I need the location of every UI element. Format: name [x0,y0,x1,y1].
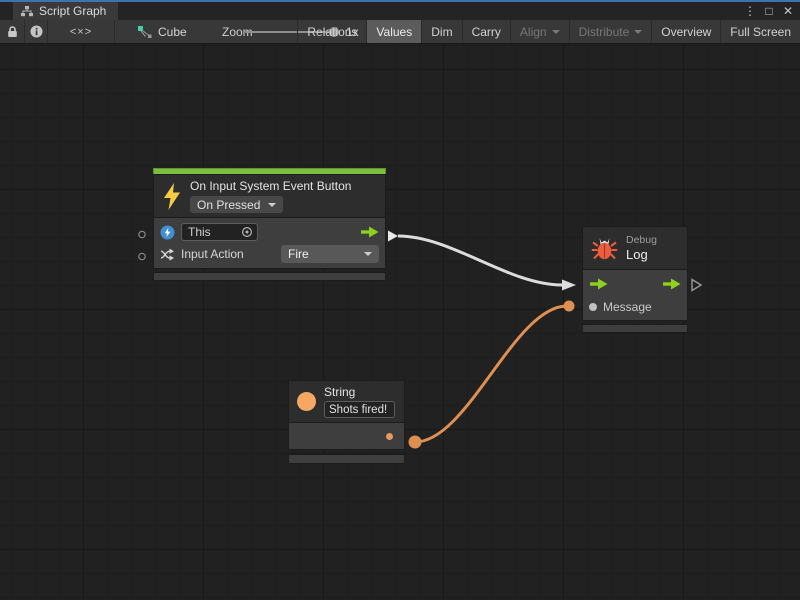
node-category: Debug [626,234,657,246]
node-title: String [324,385,395,399]
dropdown-caret-icon [268,203,276,211]
flow-output-arrow-icon[interactable] [662,278,681,290]
input-action-port[interactable] [139,253,145,259]
info-button[interactable] [25,20,48,43]
string-value-field[interactable]: Shots fired! [324,401,395,418]
overview-button[interactable]: Overview [651,20,720,43]
input-action-icon [160,247,175,262]
lock-button[interactable] [0,20,25,43]
debug-node-footer [582,324,688,333]
tab-title: Script Graph [39,4,106,18]
values-button[interactable]: Values [366,20,421,43]
dropdown-caret-icon [364,252,372,260]
event-node-header[interactable]: On Input System Event Button On Pressed [153,174,386,218]
toolbar-toggle-group: Relations Values Dim Carry Align Distrib… [297,20,800,43]
unity-visual-scripting-window: Script Graph ⋮ □ ✕ <×> Cube Zoom [0,0,800,600]
message-input-port-dot[interactable] [564,301,575,312]
node-title: On Input System Event Button [190,179,351,193]
this-row: This [154,221,385,243]
string-output-port-dot[interactable] [409,436,422,449]
string-node-header[interactable]: String Shots fired! [288,380,405,423]
string-output-dot[interactable] [386,433,393,440]
debug-node-body: Message [582,270,688,321]
input-action-row: Input Action Fire [154,243,385,265]
distribute-button[interactable]: Distribute [569,20,652,43]
flow-output-arrow-icon[interactable] [360,226,379,238]
gameobject-icon [160,225,175,240]
window-controls: ⋮ □ ✕ [742,2,796,20]
input-action-dropdown[interactable]: Fire [281,245,379,263]
window-menu-button[interactable]: ⋮ [742,4,758,18]
node-title: Log [626,247,657,262]
event-node-body: This Input Action Fire [153,218,386,269]
message-row: Message [583,295,687,318]
string-node-footer [288,454,405,464]
message-port-dot[interactable] [589,303,597,311]
code-preview-button[interactable]: <×> [48,20,115,43]
flow-input-arrow-icon[interactable] [589,278,608,290]
bug-icon [591,236,618,261]
flow-output-port-triangle[interactable] [388,231,398,242]
string-type-icon [297,392,316,411]
dropdown-caret-icon [552,30,560,38]
flow-wire-arrowhead [562,280,576,291]
node-string-literal[interactable]: String Shots fired! [288,380,405,464]
dim-button[interactable]: Dim [421,20,461,43]
node-debug-log[interactable]: Debug Log Message [582,226,688,333]
string-value-wire[interactable] [415,306,567,442]
graph-canvas[interactable]: On Input System Event Button On Pressed … [0,44,800,600]
info-icon [30,25,43,38]
fullscreen-button[interactable]: Full Screen [720,20,800,43]
debug-node-header[interactable]: Debug Log [582,226,688,270]
event-node-footer [153,272,386,281]
graph-toolbar: <×> Cube Zoom 1x Relations Values Dim Ca… [0,20,800,44]
graph-target[interactable]: Cube [138,20,187,43]
input-action-label: Input Action [181,247,244,261]
debug-flow-output-port[interactable] [692,280,701,291]
lightning-bolt-icon [162,183,182,210]
node-on-input-system-event-button[interactable]: On Input System Event Button On Pressed … [153,168,386,281]
graph-target-icon [138,26,152,38]
tab-script-graph[interactable]: Script Graph [13,2,118,20]
control-flow-wire[interactable] [398,236,562,285]
this-object-field[interactable]: This [181,223,258,241]
code-icon: <×> [70,26,92,38]
object-picker-icon[interactable] [241,226,253,238]
align-button[interactable]: Align [510,20,569,43]
tab-bar: Script Graph ⋮ □ ✕ [0,2,800,20]
this-input-port[interactable] [139,231,145,237]
relations-button[interactable]: Relations [297,20,366,43]
message-label: Message [603,300,652,314]
graph-target-label: Cube [158,25,187,39]
flow-row [583,272,687,295]
dropdown-caret-icon [634,30,642,38]
window-close-button[interactable]: ✕ [780,4,796,18]
string-node-body [288,423,405,450]
graph-hierarchy-icon [21,6,33,17]
window-maximize-button[interactable]: □ [761,4,777,18]
lock-icon [7,25,18,38]
carry-button[interactable]: Carry [462,20,510,43]
on-pressed-dropdown[interactable]: On Pressed [190,196,283,213]
